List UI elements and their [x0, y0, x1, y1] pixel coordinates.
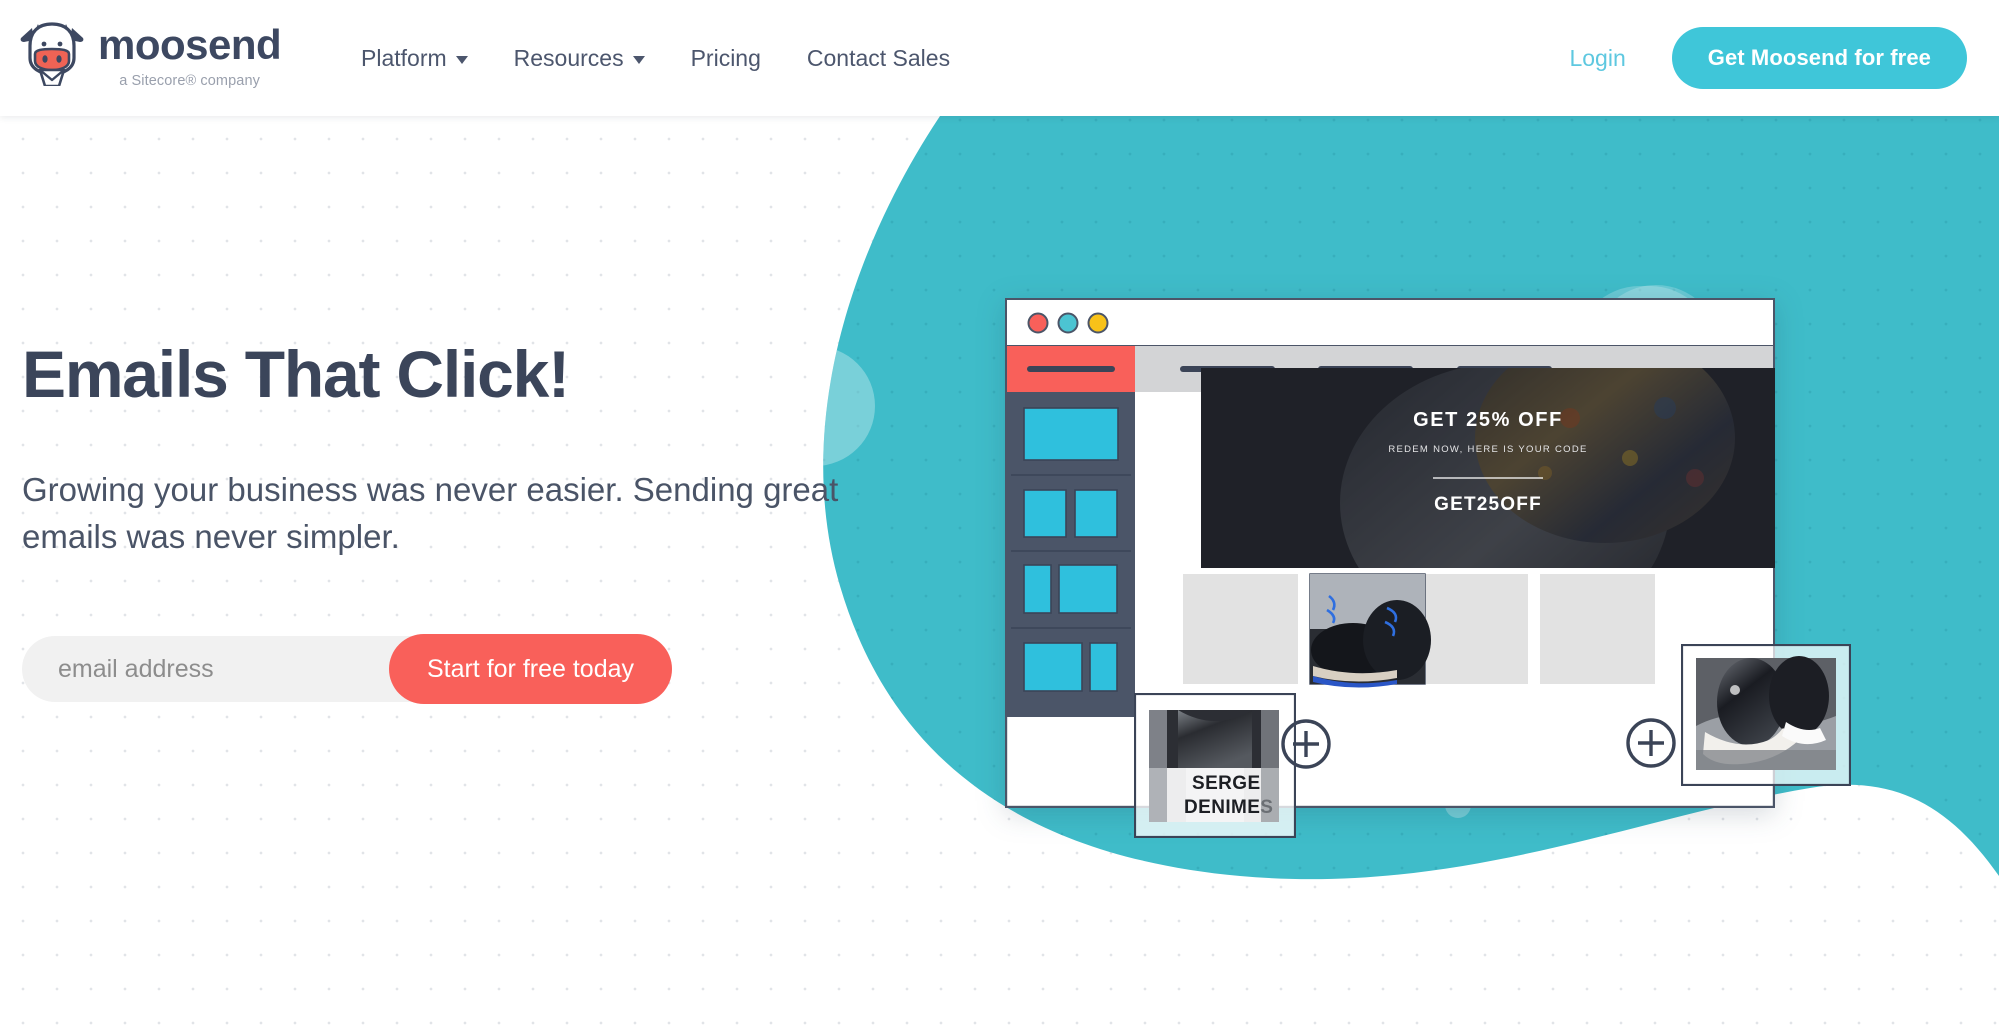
nav-label-platform: Platform	[361, 44, 447, 71]
banner-headline: GET 25% OFF	[1413, 409, 1563, 431]
brand-logo[interactable]: moosend a Sitecore® company	[18, 16, 282, 89]
add-image-plus-left-icon[interactable]	[1280, 718, 1332, 770]
nav-label-pricing: Pricing	[690, 44, 761, 71]
browser-maximize-dot	[1087, 312, 1109, 334]
hero-subtitle: Growing your business was never easier. …	[22, 471, 839, 556]
nav-label-contact-sales: Contact Sales	[806, 44, 951, 71]
dragged-tshirt-card[interactable]: SERGE DENIMES	[1134, 693, 1296, 838]
site-header: moosend a Sitecore® company Platform Res…	[0, 0, 1999, 116]
dragged-sneaker-card[interactable]	[1681, 644, 1851, 786]
chevron-down-icon	[455, 55, 468, 64]
add-image-plus-right-icon[interactable]	[1625, 717, 1677, 769]
nav-label-resources: Resources	[513, 44, 624, 71]
header-actions: Login Get Moosend for free	[1557, 0, 1967, 116]
main-navigation: Platform Resources Pricing Contact Sales	[338, 0, 973, 116]
login-link[interactable]: Login	[1557, 39, 1637, 78]
page-title: Emails That Click!	[22, 337, 570, 411]
signup-form: Start for free today	[22, 634, 672, 705]
get-moosend-free-button[interactable]: Get Moosend for free	[1671, 27, 1967, 89]
brand-tagline: a Sitecore® company	[119, 73, 260, 89]
brand-name: moosend	[98, 21, 282, 68]
landing-page: moosend a Sitecore® company Platform Res…	[0, 0, 1999, 1032]
chevron-down-icon	[632, 55, 645, 64]
nav-item-contact-sales[interactable]: Contact Sales	[784, 45, 973, 72]
banner-subline: REDEM NOW, HERE IS YOUR CODE	[1388, 444, 1587, 455]
browser-close-dot	[1027, 312, 1049, 334]
start-for-free-button[interactable]: Start for free today	[388, 634, 672, 705]
tshirt-caption-line1: SERGE	[1192, 773, 1261, 794]
nav-item-platform[interactable]: Platform	[338, 45, 491, 72]
nav-item-pricing[interactable]: Pricing	[668, 45, 784, 72]
hero-content: Emails That Click! Growing your business…	[22, 337, 902, 705]
tshirt-caption-line2: DENIMES	[1184, 797, 1273, 818]
nav-item-resources[interactable]: Resources	[491, 45, 668, 72]
cow-head-envelope-logo-icon	[20, 22, 84, 86]
browser-minimize-dot	[1057, 312, 1079, 334]
banner-code: GET25OFF	[1434, 494, 1542, 515]
